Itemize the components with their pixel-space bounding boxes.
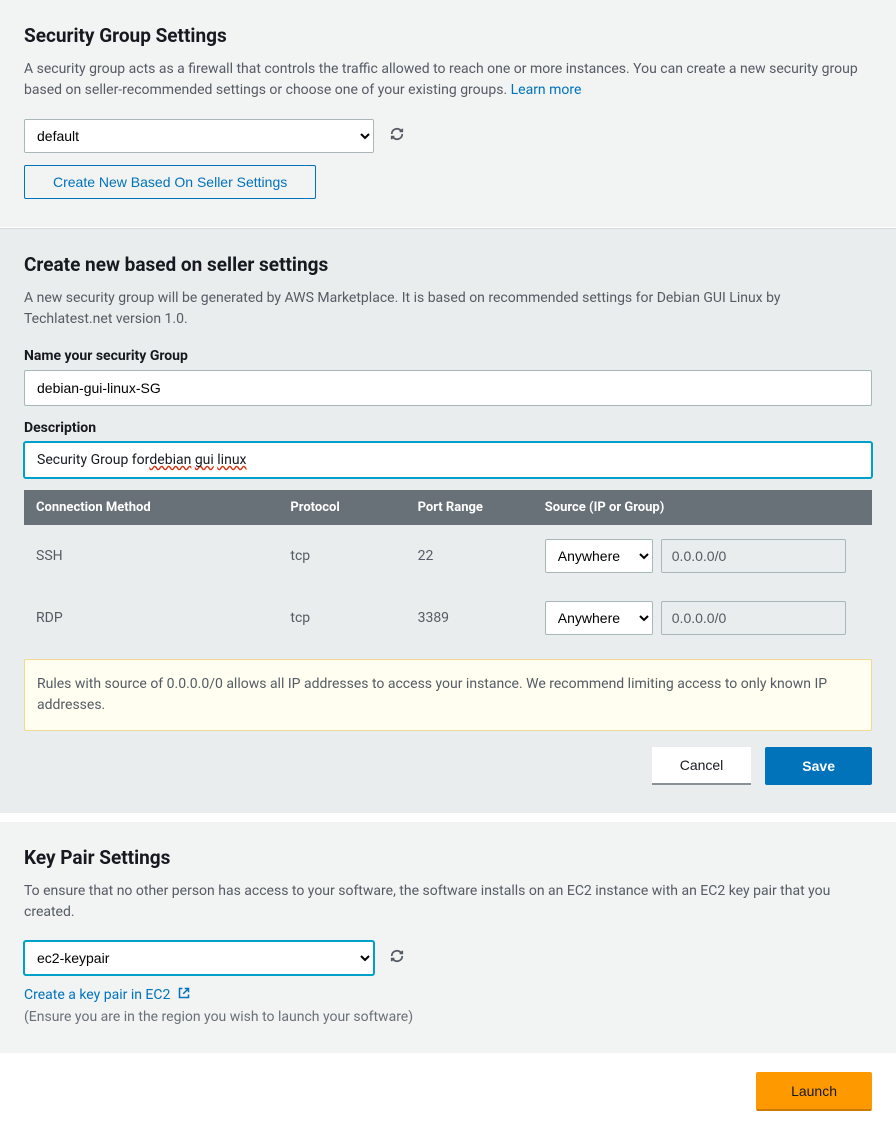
external-link-icon xyxy=(178,987,190,1003)
source-mode-select[interactable]: Anywhere xyxy=(545,601,653,635)
key-pair-select[interactable]: ec2-keypair xyxy=(24,941,374,975)
sg-name-label: Name your security Group xyxy=(24,348,872,364)
cell-protocol: tcp xyxy=(278,525,405,587)
refresh-keypairs-button[interactable] xyxy=(390,949,404,967)
cell-port: 22 xyxy=(406,525,533,587)
cancel-button[interactable]: Cancel xyxy=(652,747,752,785)
create-sg-title: Create new based on seller settings xyxy=(24,253,872,276)
key-pair-settings-panel: Key Pair Settings To ensure that no othe… xyxy=(0,822,896,1054)
region-note: (Ensure you are in the region you wish t… xyxy=(24,1009,872,1025)
create-new-sg-button[interactable]: Create New Based On Seller Settings xyxy=(24,165,316,199)
create-key-pair-link[interactable]: Create a key pair in EC2 xyxy=(24,987,190,1003)
source-value-input[interactable] xyxy=(661,601,846,635)
cell-port: 3389 xyxy=(406,587,533,649)
th-protocol: Protocol xyxy=(278,490,405,525)
th-source: Source (IP or Group) xyxy=(533,490,872,525)
refresh-security-groups-button[interactable] xyxy=(390,127,404,145)
launch-row: Launch xyxy=(0,1054,896,1129)
cell-connection: SSH xyxy=(24,525,278,587)
source-value-input[interactable] xyxy=(661,539,846,573)
refresh-icon xyxy=(390,949,404,967)
th-connection-method: Connection Method xyxy=(24,490,278,525)
refresh-icon xyxy=(390,127,404,145)
source-mode-select[interactable]: Anywhere xyxy=(545,539,653,573)
security-group-select[interactable]: default xyxy=(24,119,374,153)
security-group-settings-panel: Security Group Settings A security group… xyxy=(0,0,896,228)
save-button[interactable]: Save xyxy=(765,747,872,785)
open-cidr-warning: Rules with source of 0.0.0.0/0 allows al… xyxy=(24,659,872,731)
key-pair-description: To ensure that no other person has acces… xyxy=(24,881,872,923)
cell-connection: RDP xyxy=(24,587,278,649)
launch-button[interactable]: Launch xyxy=(756,1072,872,1111)
th-port-range: Port Range xyxy=(406,490,533,525)
security-group-settings-title: Security Group Settings xyxy=(24,24,872,47)
security-group-settings-description: A security group acts as a firewall that… xyxy=(24,59,872,101)
create-sg-description: A new security group will be generated b… xyxy=(24,288,872,330)
table-row: RDP tcp 3389 Anywhere xyxy=(24,587,872,649)
security-group-rules-table: Connection Method Protocol Port Range So… xyxy=(24,490,872,649)
sg-description-label: Description xyxy=(24,420,872,436)
table-row: SSH tcp 22 Anywhere xyxy=(24,525,872,587)
sg-name-input[interactable] xyxy=(24,370,872,406)
sg-description-input[interactable]: Security Group for debian gui linux xyxy=(24,442,872,478)
cell-protocol: tcp xyxy=(278,587,405,649)
key-pair-title: Key Pair Settings xyxy=(24,846,872,869)
learn-more-link[interactable]: Learn more xyxy=(511,82,582,98)
create-security-group-panel: Create new based on seller settings A ne… xyxy=(0,228,896,814)
